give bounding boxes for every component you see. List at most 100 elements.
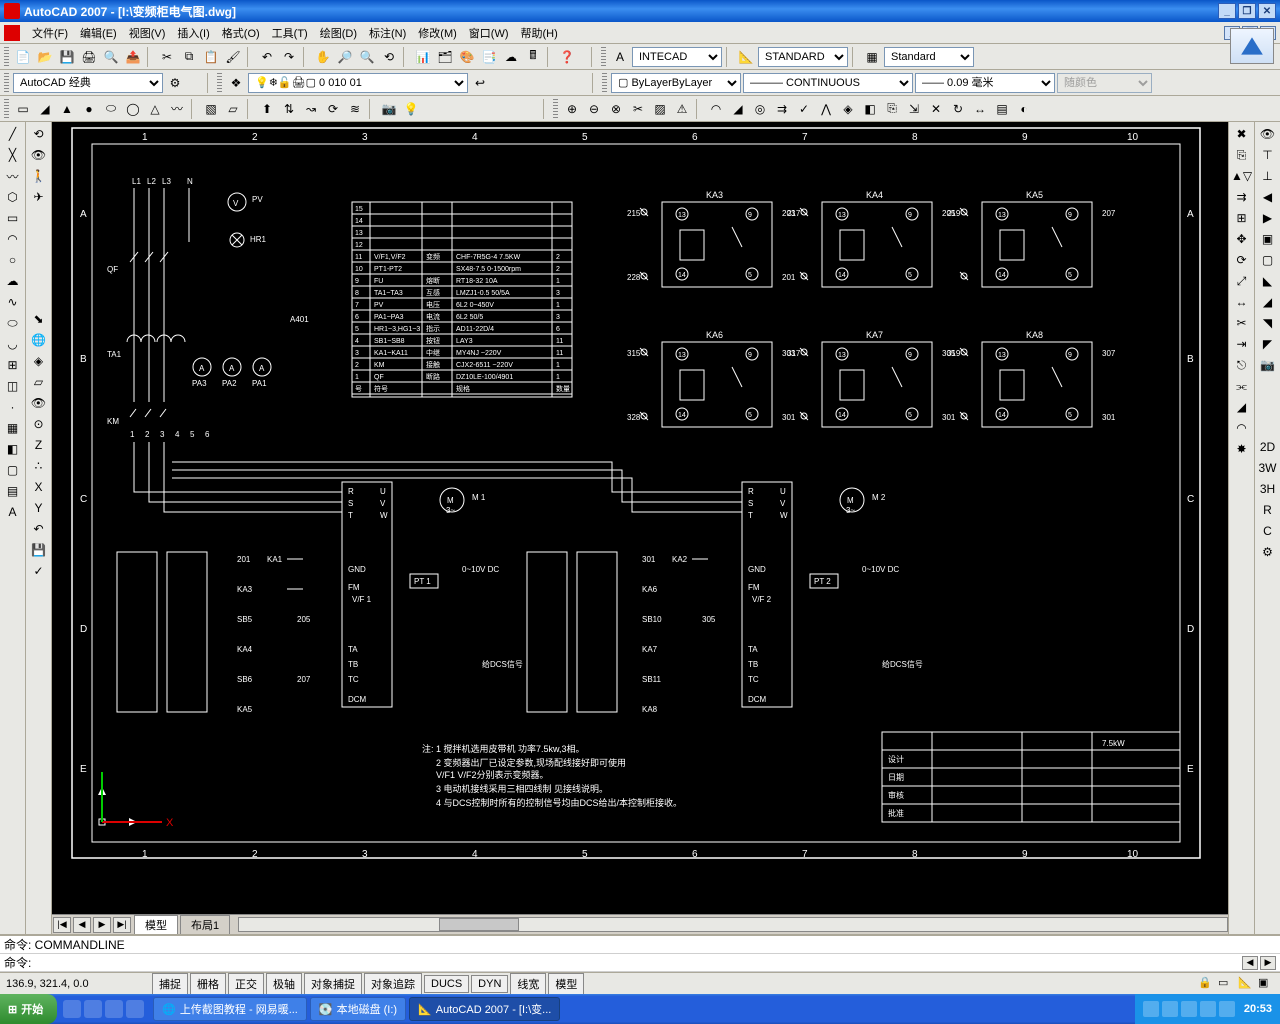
grip-icon[interactable] [601,47,606,67]
new-icon[interactable]: 📄 [13,47,33,67]
revolve-icon[interactable]: ⟳ [323,99,343,119]
toggle-snap[interactable]: 捕捉 [152,973,188,995]
annoscale-icon[interactable]: 📐 [1238,976,1254,992]
trim-icon[interactable]: ✂ [1232,313,1252,333]
toggle-model[interactable]: 模型 [548,973,584,995]
toggle-ortho[interactable]: 正交 [228,973,264,995]
ucs-prev-icon[interactable]: ↶ [29,519,49,539]
chamfer3d-icon[interactable]: ◢ [728,99,748,119]
circle-icon[interactable]: ○ [3,250,23,270]
toggle-osnap[interactable]: 对象捕捉 [304,973,362,995]
block-icon[interactable]: ◫ [3,376,23,396]
sweep-icon[interactable]: ↝ [301,99,321,119]
maximize-button[interactable]: ❐ [1238,3,1256,19]
offset-icon[interactable]: ⇉ [1232,187,1252,207]
match-icon[interactable]: 🖌 [223,47,243,67]
ucs-world-icon[interactable]: 🌐 [29,330,49,350]
gradient-icon[interactable]: ◧ [3,439,23,459]
dimstyle-icon[interactable]: 📐 [736,47,756,67]
insert-icon[interactable]: ⊞ [3,355,23,375]
dcenter-icon[interactable]: 🗂 [435,47,455,67]
clock[interactable]: 20:53 [1244,1003,1272,1015]
menu-dim[interactable]: 标注(N) [363,23,412,43]
layerprops-icon[interactable]: ❖ [226,73,246,93]
toggle-lwt[interactable]: 线宽 [510,973,546,995]
task-browser[interactable]: 🌐上传截图教程 - 网易暖... [153,997,307,1021]
imprint-icon[interactable]: ◈ [838,99,858,119]
comm-icon[interactable]: 🔒 [1198,976,1214,992]
xline-icon[interactable]: ╳ [3,145,23,165]
rotate-icon[interactable]: ⟳ [1232,250,1252,270]
ellipsearc-icon[interactable]: ◡ [3,334,23,354]
vs-concept-icon[interactable]: C [1258,521,1278,541]
render-icon[interactable]: 📷 [379,99,399,119]
extend-icon[interactable]: ⇥ [1232,334,1252,354]
tab-next-icon[interactable]: ▶ [93,917,111,933]
help-icon[interactable]: ❓ [557,47,577,67]
ucs-apply-icon[interactable]: ✓ [29,561,49,581]
grip-icon[interactable] [602,73,607,93]
menu-window[interactable]: 窗口(W) [463,23,515,43]
sphere-icon[interactable]: ● [79,99,99,119]
move-face-icon[interactable]: ↔ [970,99,990,119]
redo-icon[interactable]: ↷ [279,47,299,67]
polygon-icon[interactable]: ⬡ [3,187,23,207]
bottom-view-icon[interactable]: ⊥ [1258,166,1278,186]
ucs-origin-icon[interactable]: ⊙ [29,414,49,434]
ql-media-icon[interactable] [105,1000,123,1018]
drawing-canvas[interactable]: 1 2 3 4 5 6 7 8 9 10 1 2 3 4 5 6 [52,122,1228,914]
textstyle-select[interactable]: INTECAD [632,47,722,67]
plot-icon[interactable]: 🖨 [79,47,99,67]
tab-prev-icon[interactable]: ◀ [73,917,91,933]
tab-last-icon[interactable]: ▶| [113,917,131,933]
lineweight-select[interactable]: —— 0.09 毫米 [915,73,1055,93]
cylinder-icon[interactable]: ⬭ [101,99,121,119]
extrude-icon[interactable]: ⬆ [257,99,277,119]
close-button[interactable]: ✕ [1258,3,1276,19]
tray-net-icon[interactable] [1181,1001,1197,1017]
start-button[interactable]: ⊞ 开始 [0,994,57,1024]
hscrollbar[interactable] [238,917,1228,932]
vs-real-icon[interactable]: R [1258,500,1278,520]
delete-face-icon[interactable]: ✕ [926,99,946,119]
front-view-icon[interactable]: ▣ [1258,229,1278,249]
interfere-icon[interactable]: ⚠ [672,99,692,119]
offset-face-icon[interactable]: ⇲ [904,99,924,119]
menu-insert[interactable]: 插入(I) [171,23,215,43]
wedge-icon[interactable]: ◢ [35,99,55,119]
zoom-rt-icon[interactable]: 🔎 [335,47,355,67]
tray-icon[interactable]: ▭ [1218,976,1234,992]
ql-app-icon[interactable] [126,1000,144,1018]
tpalette-icon[interactable]: 🎨 [457,47,477,67]
menu-modify[interactable]: 修改(M) [412,23,463,43]
loft-icon[interactable]: ≋ [345,99,365,119]
cmd-left-icon[interactable]: ◀ [1242,956,1258,970]
revcloud-icon[interactable]: ☁ [3,271,23,291]
union-icon[interactable]: ⊕ [562,99,582,119]
copy-obj-icon[interactable]: ⎘ [1232,145,1252,165]
color-select[interactable]: ▢ ByLayerByLayer [611,73,741,93]
region-icon[interactable]: ▢ [3,460,23,480]
ucs-obj-icon[interactable]: ◈ [29,351,49,371]
helix-icon[interactable]: 〰 [167,99,187,119]
subtract-icon[interactable]: ⊖ [584,99,604,119]
polysolid-icon[interactable]: ▧ [201,99,221,119]
neiso-view-icon[interactable]: ◥ [1258,313,1278,333]
spline-icon[interactable]: ∿ [3,292,23,312]
mtext-icon[interactable]: A [3,502,23,522]
arc-icon[interactable]: ◠ [3,229,23,249]
cmd-right-icon[interactable]: ▶ [1260,956,1276,970]
clean-icon[interactable]: ▣ [1258,976,1274,992]
vs-3dh-icon[interactable]: 3H [1258,479,1278,499]
ucs-icon[interactable]: ⬊ [29,309,49,329]
ucs-y-icon[interactable]: Y [29,498,49,518]
join-icon[interactable]: ⫘ [1232,376,1252,396]
scale-icon[interactable]: ⤢ [1232,271,1252,291]
3dorbit-icon[interactable]: ⟲ [29,124,49,144]
fillet3d-icon[interactable]: ◠ [706,99,726,119]
box-icon[interactable]: ▭ [13,99,33,119]
tray-lang-icon[interactable] [1143,1001,1159,1017]
pan-icon[interactable]: ✋ [313,47,333,67]
camera-icon[interactable]: 📷 [1258,355,1278,375]
ql-ie-icon[interactable] [63,1000,81,1018]
